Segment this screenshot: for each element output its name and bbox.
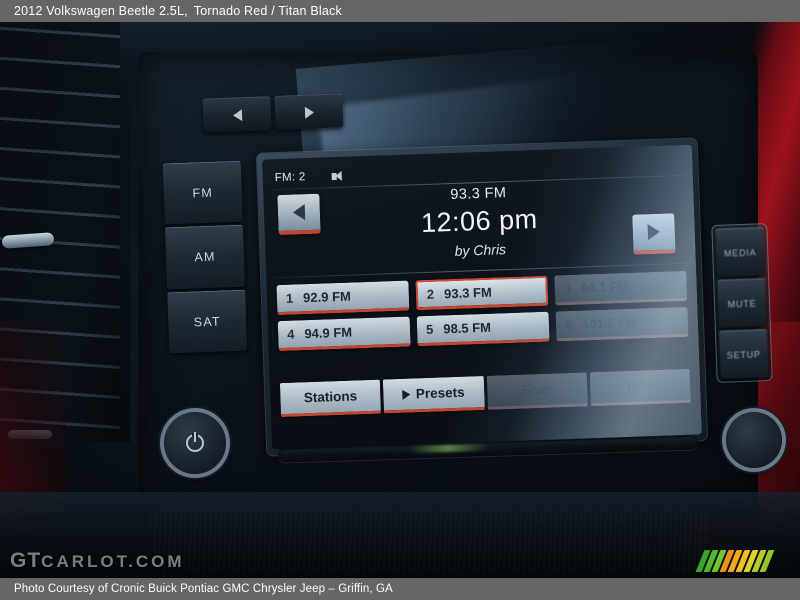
- preset-freq: 92.9 FM: [302, 288, 352, 306]
- vehicle-colors: Tornado Red / Titan Black: [193, 4, 342, 18]
- trim-seek-buttons: [202, 93, 344, 133]
- preset-number: 6: [564, 316, 573, 333]
- tune-knob[interactable]: [726, 412, 782, 468]
- preset-button-2[interactable]: 2 93.3 FM: [415, 275, 549, 311]
- preset-number: 1: [285, 290, 294, 306]
- preset-number: 3: [563, 280, 572, 297]
- tab-label: Presets: [415, 384, 465, 402]
- preset-freq: 101.5 FM: [581, 314, 638, 332]
- watermark-brand: GT: [10, 549, 42, 572]
- tab-label: Scan: [521, 381, 553, 398]
- key-sat[interactable]: SAT: [167, 289, 248, 354]
- seek-back-button[interactable]: [202, 96, 272, 133]
- preset-freq: 94.9 FM: [304, 324, 353, 342]
- speaker-icon: [331, 170, 345, 181]
- triangle-right-icon: [402, 389, 411, 400]
- photo-credit-bar: Photo Courtesy of Cronic Buick Pontiac G…: [0, 578, 800, 600]
- watermark-domain: CARLOT.COM: [41, 552, 185, 571]
- vehicle-title: 2012 Volkswagen Beetle 2.5L,: [14, 4, 188, 18]
- tab-tune[interactable]: Tune: [589, 368, 691, 407]
- key-mute[interactable]: MUTE: [717, 278, 767, 328]
- preset-freq: 94.1 FM: [580, 278, 629, 296]
- gtcarlot-logo: [695, 550, 793, 572]
- band-preset-label: FM: 2: [274, 171, 306, 185]
- preset-button-4[interactable]: 4 94.9 FM: [277, 316, 411, 352]
- key-media[interactable]: MEDIA: [715, 227, 766, 277]
- screenshot-root: 2012 Volkswagen Beetle 2.5L, Tornado Red …: [0, 0, 800, 600]
- power-icon: [186, 432, 204, 452]
- tab-stations[interactable]: Stations: [279, 379, 382, 418]
- preset-number: 5: [425, 321, 434, 337]
- key-setup[interactable]: SETUP: [718, 329, 769, 379]
- radio-head-unit: FM AM SAT MEDIA MUTE SETUP FM: 2 93.3 FM…: [158, 138, 782, 480]
- preset-number: 2: [426, 286, 435, 302]
- left-hard-key-column: FM AM SAT: [162, 160, 248, 354]
- vehicle-title-bar: 2012 Volkswagen Beetle 2.5L, Tornado Red …: [0, 0, 800, 22]
- seek-back-icon: [232, 108, 242, 122]
- preset-grid: 1 92.9 FM 2 93.3 FM 3 94.1 FM 4 94.9 FM: [276, 270, 689, 352]
- tab-label: Tune: [624, 378, 656, 395]
- preset-button-6[interactable]: 6 101.5 FM: [555, 306, 689, 342]
- tab-label: Stations: [303, 388, 358, 406]
- right-hard-key-column: MEDIA MUTE SETUP: [711, 223, 773, 383]
- tab-presets[interactable]: Presets: [383, 376, 485, 414]
- display-tab-row: Stations Presets Scan Tune: [279, 368, 691, 418]
- preset-button-3[interactable]: 3 94.1 FM: [554, 270, 688, 306]
- preset-freq: 98.5 FM: [443, 319, 492, 337]
- key-fm[interactable]: FM: [162, 160, 243, 225]
- tab-scan[interactable]: Scan: [486, 372, 588, 410]
- gtcarlot-watermark: GTCARLOT.COM: [10, 549, 185, 573]
- lower-dash-texture: [150, 508, 710, 574]
- preset-number: 4: [286, 326, 295, 342]
- preset-button-5[interactable]: 5 98.5 FM: [416, 311, 550, 347]
- seek-forward-icon: [304, 105, 314, 119]
- radio-display: FM: 2 93.3 FM 12:06 pm by Chris 1 92.9 F…: [262, 144, 702, 450]
- vehicle-photo: FM AM SAT MEDIA MUTE SETUP FM: 2 93.3 FM…: [0, 22, 800, 578]
- power-volume-knob[interactable]: [164, 412, 226, 474]
- preset-button-1[interactable]: 1 92.9 FM: [276, 280, 410, 316]
- key-am[interactable]: AM: [164, 224, 246, 289]
- photo-credit: Photo Courtesy of Cronic Buick Pontiac G…: [14, 583, 393, 595]
- preset-freq: 93.3 FM: [443, 284, 493, 302]
- seek-forward-button[interactable]: [274, 93, 344, 130]
